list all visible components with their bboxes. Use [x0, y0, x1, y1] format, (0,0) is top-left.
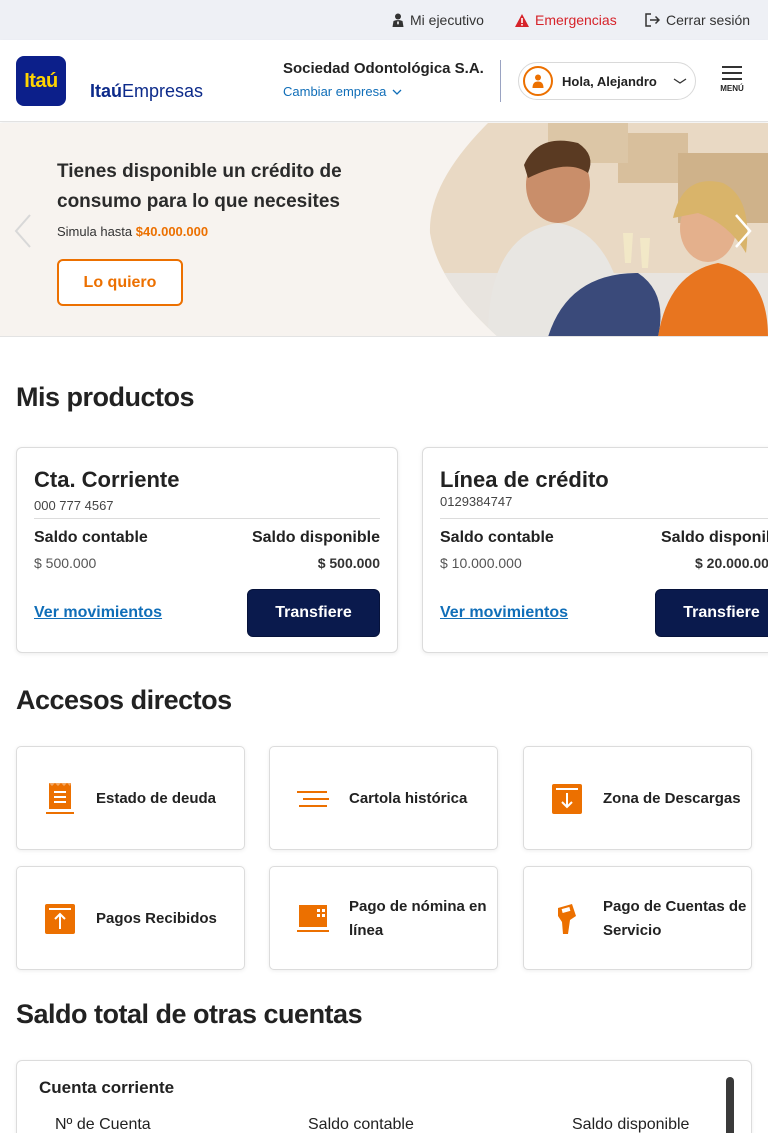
- carousel-next-arrow[interactable]: [732, 213, 754, 249]
- change-company-label: Cambiar empresa: [283, 84, 387, 99]
- product-name: Cta. Corriente: [34, 467, 180, 492]
- other-accounts-card: Cuenta corriente Nº de Cuenta Saldo cont…: [16, 1060, 752, 1133]
- user-avatar-icon: [523, 66, 553, 96]
- download-icon: [551, 783, 583, 815]
- hamburger-icon: [722, 66, 742, 68]
- upload-icon: [44, 903, 76, 935]
- brand-bold: Itaú: [90, 81, 123, 101]
- product-card: Cta. Corriente 000 777 4567 Saldo contab…: [16, 447, 398, 653]
- product-card: Línea de crédito 0129384747 Saldo contab…: [422, 447, 768, 653]
- emergencies-link[interactable]: Emergencias: [515, 12, 617, 28]
- logout-label: Cerrar sesión: [666, 12, 751, 28]
- available-label: Saldo disponible: [251, 529, 380, 546]
- chevron-down-icon: [673, 78, 687, 84]
- banner-subtitle-prefix: Simula hasta: [57, 224, 133, 239]
- shortcut-downloads[interactable]: Zona de Descargas: [523, 746, 752, 850]
- warning-icon: [515, 13, 529, 27]
- banner-photo: [429, 123, 768, 336]
- payroll-card-icon: [297, 903, 329, 935]
- itau-logo[interactable]: Itaú: [16, 56, 66, 106]
- shortcut-label: Pagos Recibidos: [96, 910, 217, 927]
- account-type-title: Cuenta corriente: [39, 1078, 175, 1097]
- banner-subtitle: Simula hasta $40.000.000: [57, 224, 208, 239]
- logout-link[interactable]: Cerrar sesión: [645, 12, 750, 28]
- user-greeting: Hola, Alejandro: [562, 74, 657, 89]
- product-number: 0129384747: [440, 494, 513, 509]
- available-value: $ 20.000.000: [695, 555, 768, 571]
- logout-icon: [645, 13, 660, 27]
- hamburger-icon-bar: [722, 72, 742, 74]
- company-name: Sociedad Odontológica S.A.: [283, 60, 484, 77]
- col-book-balance: Saldo contable: [308, 1116, 414, 1133]
- hamburger-icon-bar: [722, 78, 742, 80]
- menu-button[interactable]: MENÚ: [716, 66, 748, 98]
- balance-label: Saldo contable: [440, 529, 554, 546]
- hand-payment-icon: [551, 903, 583, 935]
- scrollbar[interactable]: [726, 1077, 734, 1133]
- banner-amount: $40.000.000: [135, 224, 209, 239]
- promo-banner: Tienes disponible un crédito de consumo …: [0, 123, 768, 337]
- movements-link[interactable]: Ver movimientos: [440, 604, 568, 622]
- carousel-prev-arrow[interactable]: [12, 213, 34, 249]
- header-divider: [500, 60, 501, 102]
- brand-rest: Empresas: [122, 81, 204, 101]
- banner-title: Tienes disponible un crédito de consumo …: [57, 161, 342, 212]
- product-name: Línea de crédito: [440, 467, 609, 492]
- transfer-button[interactable]: Transfiere: [247, 589, 380, 637]
- shortcuts-title: Accesos directos: [16, 685, 232, 715]
- product-separator: [440, 518, 768, 519]
- available-value: $ 500.000: [317, 555, 380, 571]
- shortcut-history[interactable]: Cartola histórica: [269, 746, 498, 850]
- logo-text: Itaú: [24, 69, 58, 92]
- executive-link[interactable]: Mi ejecutivo: [392, 12, 484, 28]
- shortcut-label: Zona de Descargas: [603, 790, 741, 807]
- products-title: Mis productos: [16, 382, 195, 412]
- main-header: Itaú ItaúEmpresas Sociedad Odontológica …: [0, 40, 768, 122]
- balance-value: $ 500.000: [34, 555, 97, 571]
- available-label: Saldo disponible: [661, 529, 768, 546]
- shortcut-payroll[interactable]: Pago de nómina en línea: [269, 866, 498, 970]
- shortcut-service-payments[interactable]: Pago de Cuentas de Servicio: [523, 866, 752, 970]
- user-menu-button[interactable]: Hola, Alejandro: [518, 62, 696, 100]
- shortcut-label: Estado de deuda: [96, 790, 217, 807]
- other-accounts-title: Saldo total de otras cuentas: [16, 999, 363, 1029]
- brand-name: ItaúEmpresas: [90, 81, 203, 102]
- executive-label: Mi ejecutivo: [410, 12, 484, 28]
- chevron-down-icon: [392, 89, 402, 95]
- utility-bar: Mi ejecutivo Emergencias Cerrar sesión: [0, 0, 768, 40]
- receipt-icon: [44, 783, 76, 815]
- movements-link[interactable]: Ver movimientos: [34, 604, 162, 622]
- balance-label: Saldo contable: [34, 529, 148, 546]
- product-number: 000 777 4567: [34, 498, 114, 513]
- person-icon: [392, 13, 404, 27]
- shortcut-label: Pago de nómina en línea: [349, 898, 487, 939]
- shortcut-label: Cartola histórica: [349, 790, 468, 807]
- shortcut-debt-status[interactable]: Estado de deuda: [16, 746, 245, 850]
- col-account-number: Nº de Cuenta: [55, 1116, 151, 1133]
- emergencies-label: Emergencias: [535, 12, 617, 28]
- change-company-link[interactable]: Cambiar empresa: [283, 84, 402, 99]
- transfer-button[interactable]: Transfiere: [655, 589, 768, 637]
- shortcut-received-payments[interactable]: Pagos Recibidos: [16, 866, 245, 970]
- col-available-balance: Saldo disponible: [572, 1116, 690, 1133]
- lines-icon: [297, 783, 329, 815]
- banner-cta-button[interactable]: Lo quiero: [57, 259, 183, 306]
- menu-label: MENÚ: [720, 84, 744, 93]
- shortcut-label: Pago de Cuentas de Servicio: [603, 898, 747, 939]
- balance-value: $ 10.000.000: [440, 555, 522, 571]
- product-separator: [34, 518, 380, 519]
